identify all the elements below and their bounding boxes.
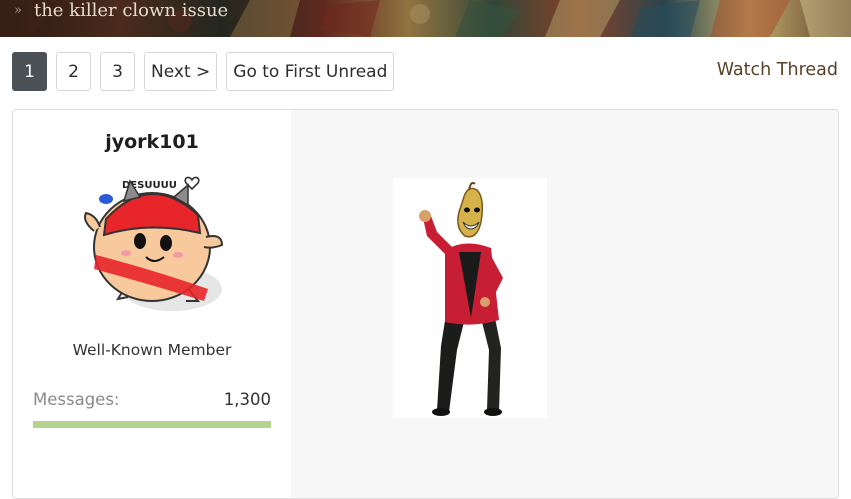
go-to-first-unread-button[interactable]: Go to First Unread bbox=[226, 52, 395, 91]
page-2-button[interactable]: 2 bbox=[56, 52, 91, 91]
header-banner: » the killer clown issue bbox=[0, 0, 851, 37]
messages-label: Messages: bbox=[33, 390, 120, 409]
user-title: Well-Known Member bbox=[72, 341, 232, 359]
avatar-drawing: DESUUUU bbox=[84, 176, 224, 311]
pagination: 1 2 3 Next > Go to First Unread bbox=[12, 52, 395, 91]
messages-progress-fill bbox=[33, 421, 271, 428]
messages-stat: Messages: 1,300 bbox=[33, 390, 271, 409]
breadcrumb-thread-title[interactable]: the killer clown issue bbox=[34, 0, 228, 21]
next-page-button[interactable]: Next > bbox=[144, 52, 218, 91]
username-link[interactable]: jyork101 bbox=[13, 131, 291, 153]
avatar[interactable]: DESUUUU bbox=[80, 173, 226, 319]
watch-thread-link[interactable]: Watch Thread bbox=[717, 60, 838, 80]
messages-progress-bar bbox=[33, 421, 271, 428]
breadcrumb-separator: » bbox=[14, 2, 22, 18]
post-content bbox=[291, 110, 838, 498]
attached-image[interactable] bbox=[393, 178, 547, 418]
messages-count[interactable]: 1,300 bbox=[224, 390, 271, 409]
post: jyork101 DESUUUU Well-Known Member Messa… bbox=[12, 109, 839, 499]
post-user-panel: jyork101 DESUUUU Well-Known Member Messa… bbox=[13, 110, 291, 498]
breadcrumb: » the killer clown issue bbox=[14, 0, 228, 23]
page-1-button[interactable]: 1 bbox=[12, 52, 47, 91]
page-3-button[interactable]: 3 bbox=[100, 52, 135, 91]
dancing-figure-image bbox=[419, 181, 503, 416]
